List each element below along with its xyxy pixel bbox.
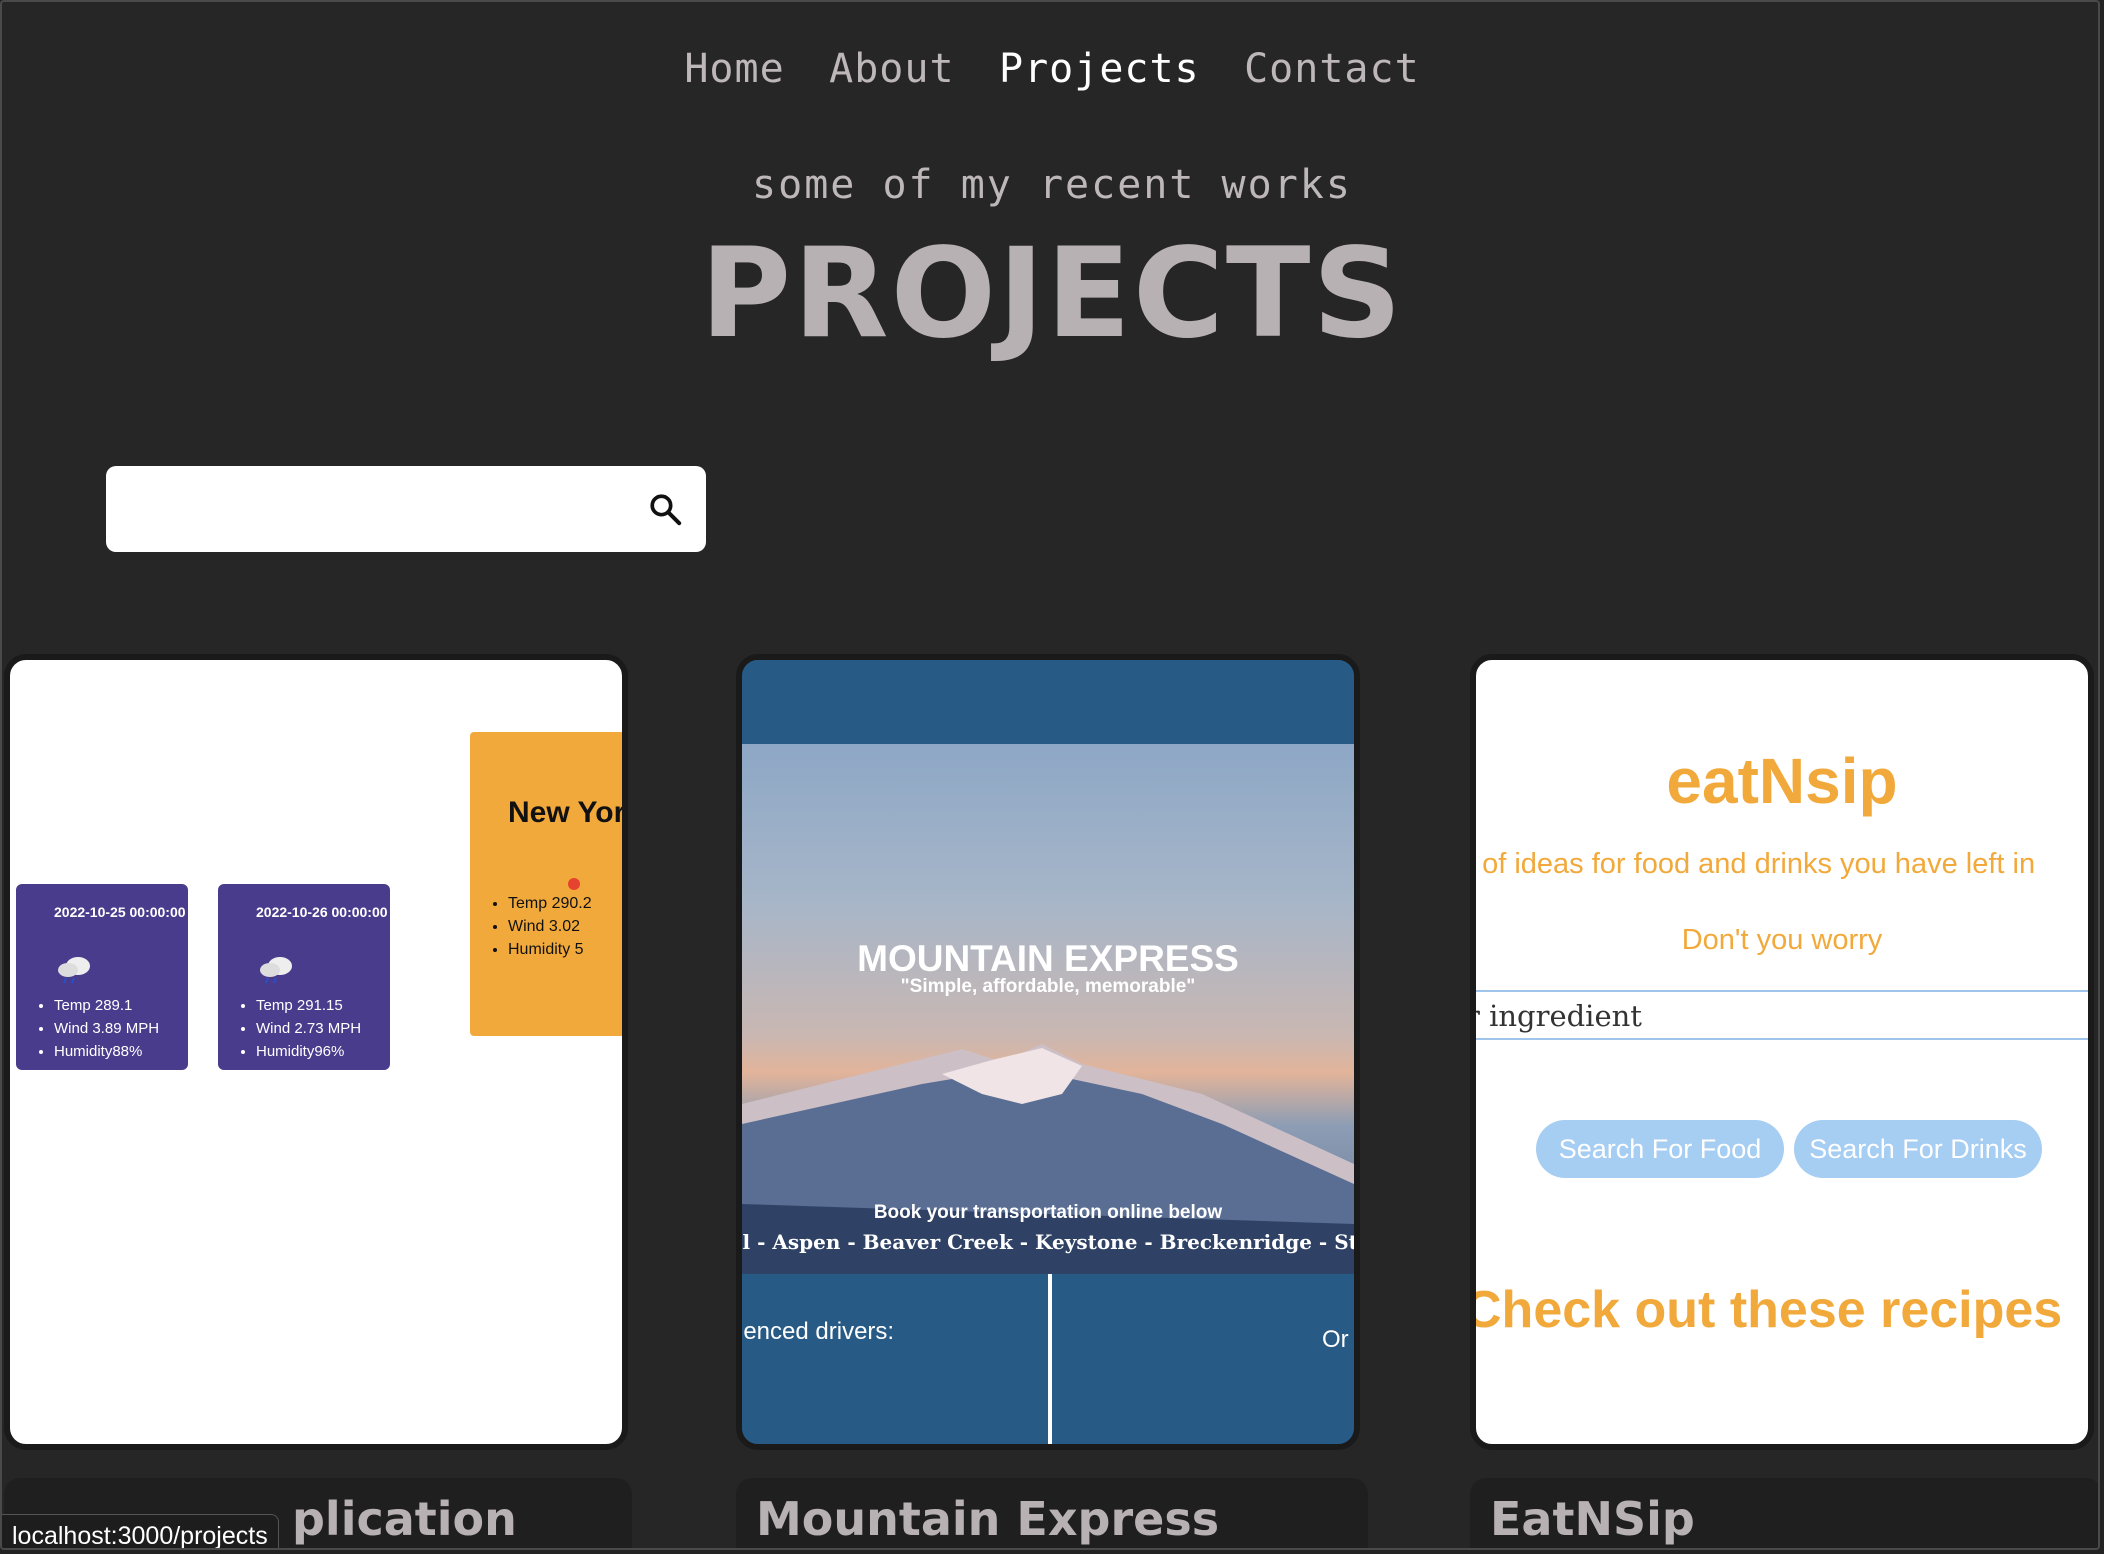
forecast-list: Temp 289.1 Wind 3.89 MPH Humidity88% <box>16 994 159 1063</box>
divider <box>1048 1274 1052 1444</box>
current-wind: Wind 3.02 <box>508 915 592 938</box>
mountain-footer-panel: ienced drivers: Or c <box>742 1274 1354 1444</box>
rain-cloud-icon <box>58 957 90 984</box>
forecast-temp: Temp 291.15 <box>256 994 361 1017</box>
search-icon[interactable] <box>648 492 682 526</box>
recipes-heading: Check out these recipes <box>1470 1281 2063 1339</box>
mountain-heading: MOUNTAIN EXPRESS <box>857 938 1239 979</box>
ingredient-input[interactable] <box>1476 992 2088 1040</box>
current-temp: Temp 290.2 <box>508 892 592 915</box>
project-name-weather[interactable]: plication <box>292 1492 517 1546</box>
browser-viewport: Home About Projects Contact some of my r… <box>0 0 2100 1550</box>
eatnsip-worry: Don't you worry <box>1681 924 1883 956</box>
page-subtitle: some of my recent works <box>752 162 1352 208</box>
mountain-book-text: Book your transportation online below <box>873 1202 1223 1223</box>
main-nav: Home About Projects Contact <box>2 46 2098 92</box>
nav-contact-link[interactable]: Contact <box>1244 46 1420 92</box>
ingredient-field <box>1476 990 2088 1040</box>
mountain-places: ail - Aspen - Beaver Creek - Keystone - … <box>736 1230 1358 1254</box>
eatnsip-intro: t of ideas for food and drinks you have … <box>1470 848 2036 880</box>
mountain-tagline: "Simple, affordable, memorable" <box>900 976 1196 997</box>
search-food-button[interactable]: Search For Food <box>1536 1120 1784 1178</box>
forecast-list: Temp 291.15 Wind 2.73 MPH Humidity96% <box>218 994 361 1063</box>
eatnsip-logo: eatNsip <box>1666 745 1898 817</box>
forecast-wind: Wind 3.89 MPH <box>54 1017 159 1040</box>
forecast-humidity: Humidity88% <box>54 1040 159 1063</box>
forecast-humidity: Humidity96% <box>256 1040 361 1063</box>
forecast-day-card: 2022-10-26 00:00:00 Temp 291.15 Wind 2.7… <box>218 884 390 1070</box>
project-card-eatnsip[interactable]: eatNsip t of ideas for food and drinks y… <box>1470 654 2094 1450</box>
forecast-day-card: 2022-10-25 00:00:00 Temp 289.1 Wind 3.89… <box>16 884 188 1070</box>
forecast-temp: Temp 289.1 <box>54 994 159 1017</box>
project-name-mountain-express[interactable]: Mountain Express <box>756 1492 1219 1546</box>
nav-home-link[interactable]: Home <box>684 46 784 92</box>
project-card-mountain-express[interactable]: MOUNTAIN EXPRESS "Simple, affordable, me… <box>736 654 1360 1450</box>
nav-projects-link[interactable]: Projects <box>999 46 1200 92</box>
rain-cloud-icon <box>260 957 292 984</box>
project-card-weather[interactable]: 2022-10-25 00:00:00 Temp 289.1 Wind 3.89… <box>4 654 628 1450</box>
forecast-date: 2022-10-26 00:00:00 <box>256 904 388 920</box>
status-bar-url: localhost:3000/projects <box>2 1514 279 1548</box>
current-city: New Yor <box>508 796 626 829</box>
weather-dot-icon <box>568 878 580 890</box>
search-drinks-button[interactable]: Search For Drinks <box>1794 1120 2042 1178</box>
drivers-text: ienced drivers: <box>738 1318 895 1345</box>
current-humidity: Humidity 5 <box>508 938 592 961</box>
page-title: PROJECTS <box>700 222 1404 366</box>
project-name-eatnsip[interactable]: EatNSip <box>1490 1492 1695 1546</box>
or-text: Or c <box>1322 1326 1354 1353</box>
current-weather-card: New Yor Temp 290.2 Wind 3.02 Humidity 5 <box>470 732 626 1036</box>
search-input[interactable] <box>126 484 630 536</box>
mountain-illustration <box>742 1044 1354 1274</box>
forecast-wind: Wind 2.73 MPH <box>256 1017 361 1040</box>
nav-about-link[interactable]: About <box>829 46 954 92</box>
forecast-date: 2022-10-25 00:00:00 <box>54 904 186 920</box>
search-box <box>106 466 706 552</box>
preview-header-bar <box>742 660 1354 744</box>
current-weather-list: Temp 290.2 Wind 3.02 Humidity 5 <box>470 892 592 961</box>
mountain-hero-image: MOUNTAIN EXPRESS "Simple, affordable, me… <box>742 744 1354 1274</box>
